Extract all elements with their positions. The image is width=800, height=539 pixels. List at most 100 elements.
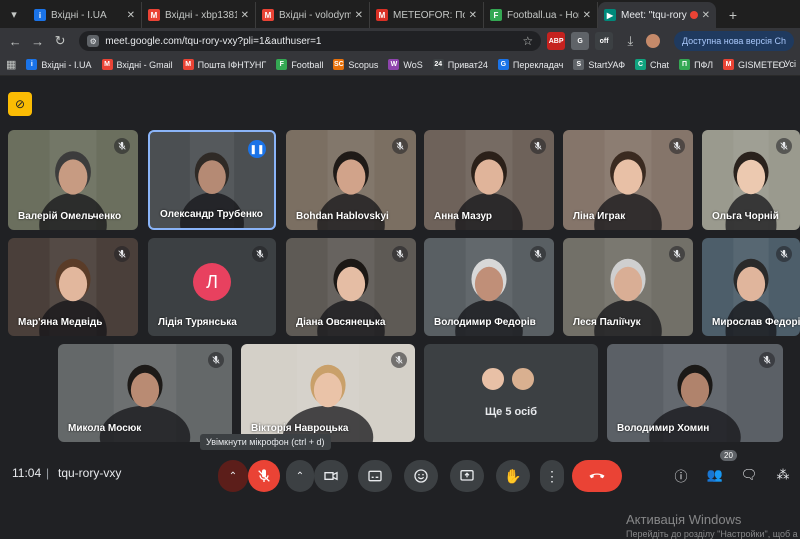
meeting-details-button[interactable]: ⓘ <box>670 464 692 486</box>
microphone-toggle-button[interactable] <box>248 460 280 492</box>
bookmark-favicon: C <box>635 59 647 70</box>
captions-icon <box>368 470 382 482</box>
leave-call-button[interactable] <box>572 460 622 492</box>
mic-muted-icon <box>530 138 546 154</box>
participant-tile[interactable]: Мар'яна Медвідь <box>8 238 138 336</box>
bookmark-label: Вхідні - Gmail <box>116 59 173 70</box>
close-tab-icon[interactable]: ✕ <box>241 10 249 21</box>
address-bar[interactable]: ⚙ meet.google.com/tqu-rory-vxy?pli=1&aut… <box>79 31 542 51</box>
bookmark-label: StartУАФ <box>588 59 626 70</box>
close-tab-icon[interactable]: ✕ <box>127 10 135 21</box>
new-tab-button[interactable]: + <box>722 4 744 26</box>
bookmark-item[interactable]: S StartУАФ <box>573 59 625 70</box>
raise-hand-button[interactable]: ✋ <box>496 460 530 492</box>
participant-name: Ліна Играк <box>573 211 626 222</box>
url-text[interactable]: meet.google.com/tqu-rory-vxy?pli=1&authu… <box>105 36 522 47</box>
meeting-clock: 11:04 <box>12 466 42 480</box>
folder-icon: ▭ <box>772 58 782 68</box>
participant-tile[interactable]: Bohdan Hablovskyi <box>286 130 416 230</box>
bookmark-favicon: SC <box>333 59 345 70</box>
bookmark-item[interactable]: П ПФЛ <box>679 59 713 70</box>
mic-muted-icon <box>759 352 775 368</box>
tab-title: Вхідні - xbp1381@ <box>165 9 237 21</box>
bookmark-item[interactable]: M Вхідні - Gmail <box>101 59 173 70</box>
watermark-subtitle: Перейдіть до розділу "Настройки", щоб ак… <box>626 529 798 539</box>
mic-muted-icon <box>392 246 408 262</box>
chat-icon: 🗨 <box>740 467 758 482</box>
participant-tile[interactable]: Л Лідія Турянська <box>148 238 276 336</box>
people-button[interactable]: 👥 <box>704 464 726 486</box>
bookmark-favicon: M <box>182 59 194 70</box>
browser-tab[interactable]: M METEOFOR: Погода ✕ <box>370 2 484 28</box>
participant-tile[interactable]: Діана Овсянецька <box>286 238 416 336</box>
site-info-icon[interactable]: ⚙ <box>87 35 100 47</box>
bookmark-favicon: S <box>573 59 585 70</box>
participant-tile[interactable]: Ліна Играк <box>563 130 693 230</box>
activities-button[interactable]: ⁂ <box>772 464 794 486</box>
apps-icon[interactable]: ▦ <box>6 58 16 71</box>
bookmarks-bar: ▦ i Вхідні - I.UA M Вхідні - Gmail M Пошта ІФ… <box>0 54 800 76</box>
extension-icon[interactable]: ABP <box>547 32 566 50</box>
participant-tile[interactable]: Володимир Федорів <box>424 238 554 336</box>
browser-tab[interactable]: M Вхідні - volodymyr ✕ <box>256 2 370 28</box>
audio-options-button[interactable]: ⌃ <box>218 460 248 492</box>
participant-name: Володимир Федорів <box>434 317 536 328</box>
reactions-button[interactable] <box>404 460 438 492</box>
participant-name: Вікторія Навроцька <box>251 423 349 434</box>
hand-icon: ✋ <box>504 467 522 484</box>
captions-button[interactable] <box>358 460 392 492</box>
bookmark-item[interactable]: i Вхідні - I.UA <box>26 59 92 70</box>
bookmark-star-icon[interactable]: ☆ <box>522 34 533 48</box>
extension-icon[interactable]: G <box>571 32 590 50</box>
participant-tile[interactable]: Ольга Чорній <box>702 130 800 230</box>
participant-tile[interactable]: Володимир Хомин <box>607 344 783 442</box>
more-participants-tile[interactable]: Ще 5 осіб <box>424 344 598 442</box>
participant-name: Анна Мазур <box>434 211 493 222</box>
back-button[interactable]: ← <box>6 31 24 51</box>
bookmark-item[interactable]: C Chat <box>635 59 669 70</box>
bookmark-item[interactable]: F Football <box>276 59 323 70</box>
participant-tile[interactable]: Анна Мазур <box>424 130 554 230</box>
participant-tile[interactable]: ❚❚ Олександр Трубенко <box>148 130 276 230</box>
bookmark-item[interactable]: W WoS <box>388 59 423 70</box>
more-participants-label: Ще 5 осіб <box>484 406 538 418</box>
profile-avatar[interactable] <box>644 31 662 51</box>
participant-tile[interactable]: Вікторія Навроцька <box>241 344 415 442</box>
browser-tab[interactable]: M Вхідні - xbp1381@ ✕ <box>142 2 256 28</box>
close-tab-icon[interactable]: ✕ <box>355 10 363 21</box>
present-screen-button[interactable] <box>450 460 484 492</box>
close-tab-icon[interactable]: ✕ <box>469 10 477 21</box>
browser-tab[interactable]: F Football.ua - Нови ✕ <box>484 2 598 28</box>
participant-tile[interactable]: Микола Мосюк <box>58 344 232 442</box>
participant-tile[interactable]: Мирослав Федорів <box>702 238 800 336</box>
extension-icon[interactable]: off <box>595 32 614 50</box>
participant-tile[interactable]: Леся Паліїчук <box>563 238 693 336</box>
bookmark-item[interactable]: G Перекладач <box>497 59 563 70</box>
update-available-pill[interactable]: Доступна нова версія Ch <box>673 31 794 51</box>
presentation-lock-icon[interactable]: ⊘ <box>8 92 32 116</box>
close-tab-icon[interactable]: ✕ <box>702 10 710 21</box>
bookmark-item[interactable]: M Пошта ІФНТУНГ <box>182 59 266 70</box>
bookmark-favicon: G <box>497 59 509 70</box>
chat-button[interactable]: 🗨 <box>738 464 760 486</box>
download-icon[interactable]: ⤓ <box>621 31 639 51</box>
mic-muted-icon <box>114 246 130 262</box>
forward-button[interactable]: → <box>28 31 46 51</box>
browser-tab[interactable]: ▶ Meet: "tqu-rory ✕ <box>598 2 716 28</box>
participant-name: Мар'яна Медвідь <box>18 317 103 328</box>
camera-toggle-button[interactable] <box>314 460 348 492</box>
video-options-button[interactable]: ⌃ <box>286 460 314 492</box>
all-bookmarks[interactable]: ▭ Усі <box>773 58 796 69</box>
participant-tile[interactable]: Валерій Омельченко <box>8 130 138 230</box>
browser-tab[interactable]: i Вхідні - I.UA ✕ <box>28 2 142 28</box>
participant-name: Леся Паліїчук <box>573 317 641 328</box>
bookmark-item[interactable]: 24 Приват24 <box>432 59 488 70</box>
bookmark-label: Chat <box>650 59 670 70</box>
bookmark-item[interactable]: SC Scopus <box>333 59 378 70</box>
tab-search-icon[interactable]: ▾ <box>4 4 24 24</box>
more-options-button[interactable]: ⋮ <box>540 460 564 492</box>
reload-button[interactable]: ↻ <box>51 31 69 51</box>
close-tab-icon[interactable]: ✕ <box>583 10 591 21</box>
chevron-up-icon: ⌃ <box>295 470 305 482</box>
bookmark-favicon: i <box>26 59 38 70</box>
